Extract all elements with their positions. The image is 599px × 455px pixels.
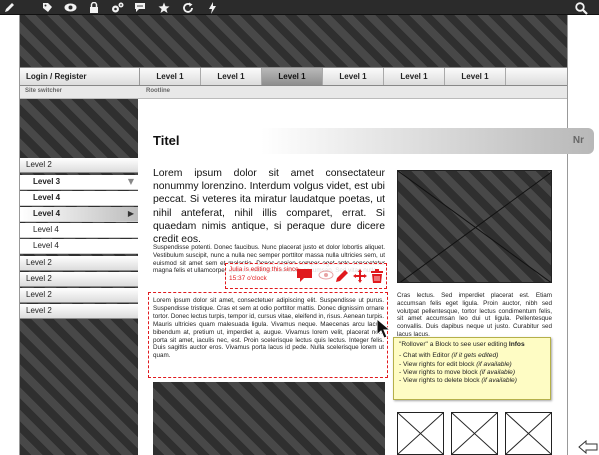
rollover-tooltip: "Rollover" a Block to see user editing I… [393,337,551,400]
title-bar: Titel Nr [150,128,594,154]
tooltip-line: - View rights to move block (if availabl… [399,368,516,376]
page-frame-right [567,15,599,455]
star-icon[interactable] [157,1,171,14]
bolt-icon[interactable] [205,1,219,14]
eye-icon[interactable] [63,1,77,14]
chat-icon[interactable] [296,268,312,284]
page-frame-left [0,15,20,455]
breadcrumb[interactable]: Rootline [146,88,170,94]
tag-icon[interactable] [40,1,54,14]
image-placeholder [397,412,444,455]
chevron-down-icon: ▼ [127,177,134,186]
image-placeholder [153,382,385,455]
nav-item-level-1[interactable]: Level 1 [140,68,201,85]
comment-icon[interactable] [133,1,147,14]
trash-icon[interactable] [369,268,385,284]
main-navigation: Login / Register Level 1 Level 1 Level 1… [20,67,567,86]
subnavigation-bar: Site switcher Rootline [20,86,567,99]
sidebar-item-level-4-active[interactable]: Level 4 ▶ [20,207,138,222]
mouse-cursor-icon [376,317,392,342]
tooltip-heading: "Rollover" a Block to see user editing I… [399,341,525,348]
refresh-icon[interactable] [181,1,195,14]
header-banner [20,15,567,67]
sidebar-item-label: Level 2 [26,290,52,299]
nav-item-level-1[interactable]: Level 1 [384,68,445,85]
image-placeholder [451,412,498,455]
image-placeholder [397,170,552,283]
nav-item-level-1-active[interactable]: Level 1 [262,68,323,85]
sidebar-item-level-2[interactable]: Level 2 [20,158,138,173]
edit-pencil-icon[interactable] [334,268,350,284]
sidebar-item-label: Level 2 [26,160,52,169]
sidebar-item-label: Level 2 [26,274,52,283]
sidebar-item-level-2[interactable]: Level 2 [20,272,138,287]
login-register-link[interactable]: Login / Register [20,68,140,85]
sidebar-item-label: Level 2 [26,306,52,315]
sidebar-item-level-2[interactable]: Level 2 [20,256,138,271]
page-title: Titel [153,133,180,148]
sidebar-item-level-2[interactable]: Level 2 [20,288,138,303]
nav-item-level-1[interactable]: Level 1 [323,68,384,85]
sidebar-item-label: Level 4 [33,225,59,234]
block-text: Lorem ipsum dolor sit amet, consectetuer… [153,297,384,360]
search-icon[interactable] [574,1,588,15]
sidebar-item-label: Level 2 [26,258,52,267]
settings-icon[interactable] [110,1,124,14]
tooltip-line: - View rights to delete block (if availa… [399,377,517,385]
sidebar-item-level-4[interactable]: Level 4 [20,223,138,238]
sidebar-item-level-4[interactable]: Level 4 [20,239,138,254]
sidebar-paragraph: Cras lectus. Sed imperdiet placerat est.… [397,292,552,338]
tooltip-line: - View rights for edit block (if availab… [399,360,512,368]
nav-item-level-1[interactable]: Level 1 [201,68,262,85]
sidebar: Level 2 Level 3 ▼ Level 4 Level 4 ▶ Level … [20,99,138,455]
block-edit-toolbar: Julia is editing this since 15:37 o'cloc… [225,263,387,289]
tooltip-line: - Chat with Editor (if it gets edited) [399,352,499,360]
sidebar-item-level-3[interactable]: Level 3 ▼ [20,175,138,190]
sidebar-item-label: Level 4 [33,209,61,218]
lock-icon[interactable] [87,1,101,14]
resize-handle-icon[interactable] [578,439,598,455]
sidebar-item-label: Level 3 [33,177,61,186]
site-switcher[interactable]: Site switcher [25,88,62,94]
top-toolbar [0,0,599,15]
chevron-right-icon: ▶ [127,209,134,218]
editing-notice: Julia is editing this since 15:37 o'cloc… [229,266,299,282]
sidebar-item-label: Level 4 [33,193,61,202]
lead-paragraph: Lorem ipsum dolor sit amet consectateur … [153,168,385,246]
sidebar-item-label: Level 4 [33,241,59,250]
sidebar-item-level-4[interactable]: Level 4 [20,191,138,206]
move-icon[interactable] [352,268,368,284]
editable-content-block[interactable]: Lorem ipsum dolor sit amet, consectetuer… [148,292,388,378]
sidebar-item-level-2[interactable]: Level 2 [20,304,138,319]
pencil-icon[interactable] [2,1,16,14]
image-placeholder [505,412,552,455]
page-number: Nr [572,135,584,146]
visibility-icon[interactable] [318,267,334,283]
nav-item-level-1[interactable]: Level 1 [445,68,506,85]
